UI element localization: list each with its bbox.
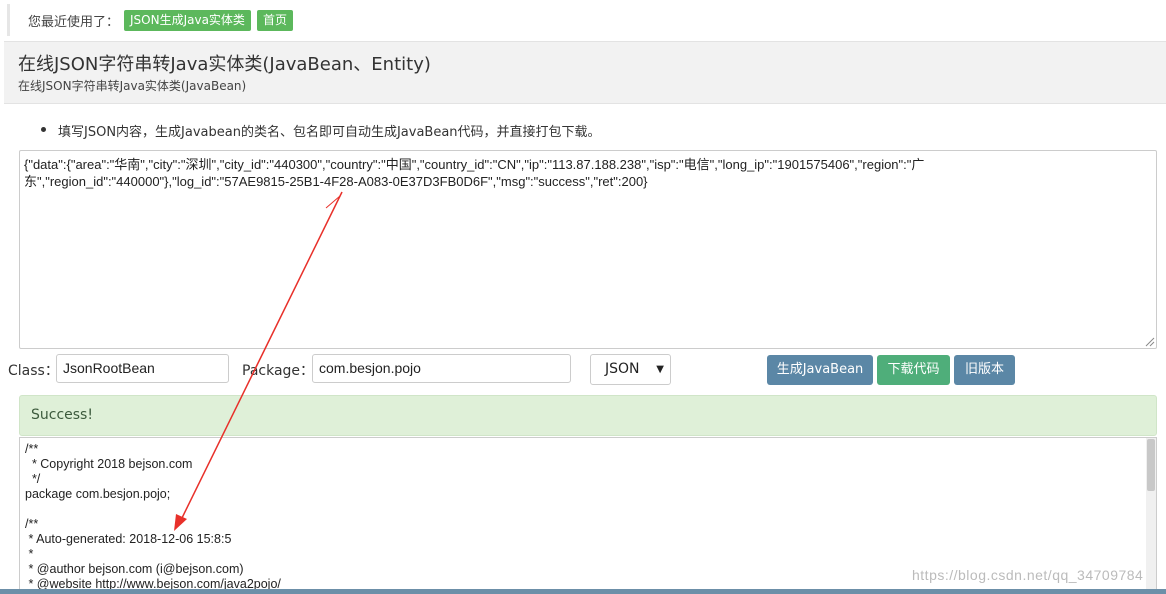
recent-tag-json-to-java[interactable]: JSON生成Java实体类: [124, 10, 251, 31]
page-header: 在线JSON字符串转Java实体类(JavaBean、Entity) 在线JSO…: [4, 41, 1166, 104]
bullet-icon: [41, 127, 46, 132]
watermark: https://blog.csdn.net/qq_34709784: [912, 567, 1144, 583]
page-subtitle: 在线JSON字符串转Java实体类(JavaBean): [18, 79, 247, 93]
instruction-tip: 填写JSON内容，生成Javabean的类名、包名即可自动生成JavaBean代…: [58, 125, 601, 140]
caret-down-icon: ▼: [656, 364, 664, 375]
generate-javabean-button[interactable]: 生成JavaBean: [767, 355, 873, 385]
class-label: Class：: [8, 363, 59, 379]
success-message: Success!: [31, 407, 93, 423]
class-name-input[interactable]: JsonRootBean: [56, 354, 229, 383]
resize-grip-icon[interactable]: [1145, 337, 1155, 347]
format-select[interactable]: JSON ▼: [590, 354, 671, 385]
recent-tag-home[interactable]: 首页: [257, 10, 294, 31]
format-select-value: JSON: [605, 361, 640, 377]
recent-usage-bar: 您最近使用了： JSON生成Java实体类 首页: [0, 0, 1166, 40]
recent-bar-rule: [7, 4, 10, 36]
code-scrollbar-thumb[interactable]: [1147, 439, 1155, 491]
download-code-button[interactable]: 下载代码: [877, 355, 950, 385]
old-version-button[interactable]: 旧版本: [954, 355, 1015, 385]
package-name-input[interactable]: com.besjon.pojo: [312, 354, 571, 383]
success-alert: Success!: [19, 395, 1157, 436]
page-title: 在线JSON字符串转Java实体类(JavaBean、Entity): [18, 54, 431, 75]
package-label: Package：: [242, 363, 315, 379]
taskbar-strip: [0, 589, 1166, 594]
json-input-textarea[interactable]: {"data":{"area":"华南","city":"深圳","city_i…: [19, 150, 1157, 349]
generated-code-text: /** * Copyright 2018 bejson.com */ packa…: [25, 442, 281, 591]
recent-label: 您最近使用了：: [28, 15, 120, 30]
